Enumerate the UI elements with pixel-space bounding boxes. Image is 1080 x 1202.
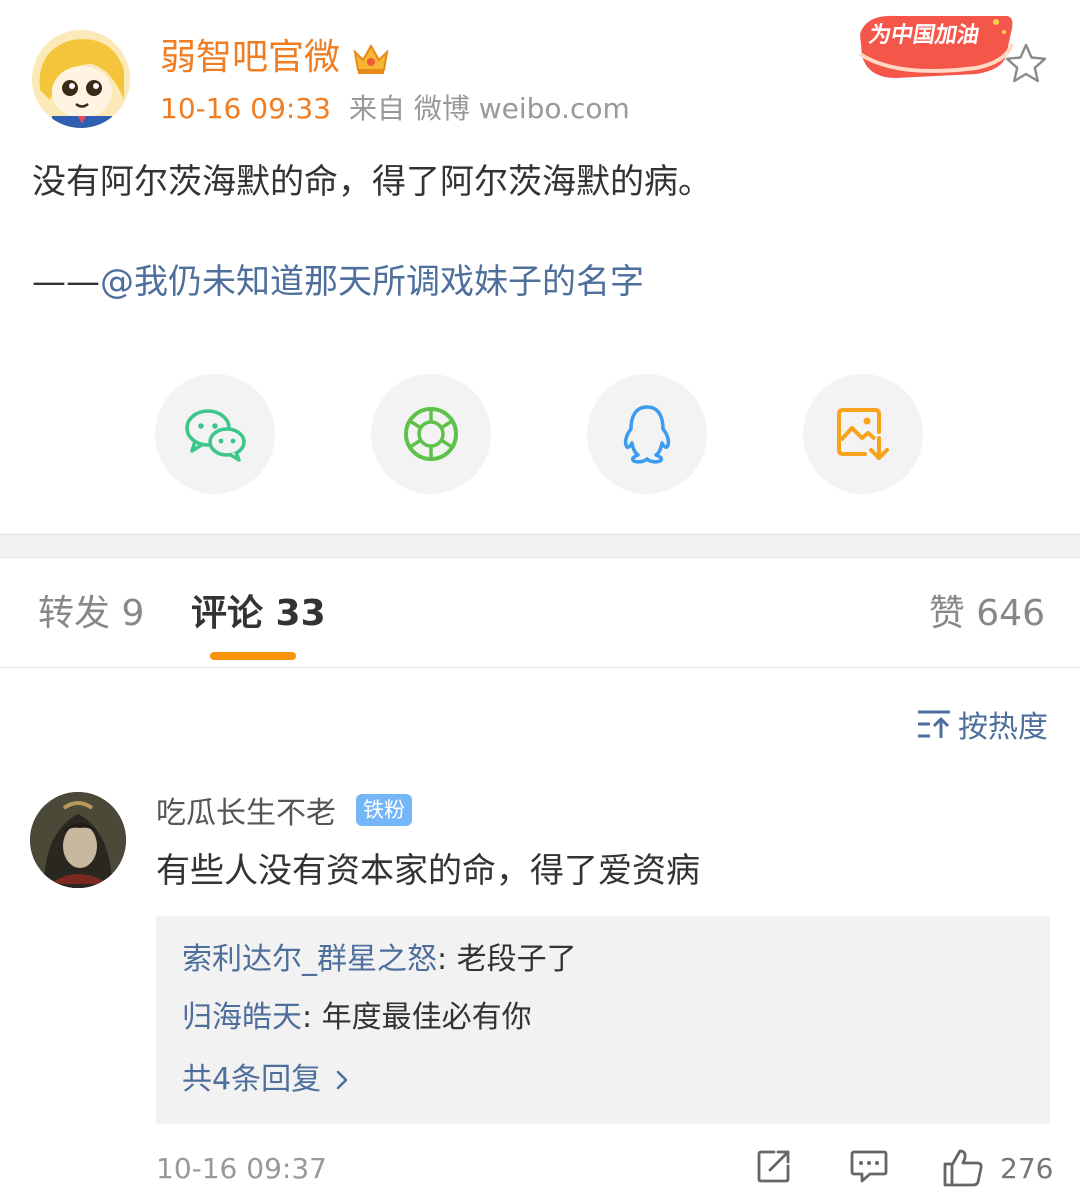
favorite-star-icon[interactable] — [1004, 42, 1048, 84]
reply-separator: : — [302, 1000, 322, 1035]
reply-item: 归海皓天: 年度最佳必有你 — [182, 998, 532, 1038]
chevron-right-icon — [336, 1070, 348, 1090]
repost-comment-button[interactable] — [756, 1148, 792, 1188]
post-meta: 10-16 09:33 来自 微博 weibo.com — [160, 92, 630, 126]
save-image-button[interactable] — [803, 374, 923, 494]
reply-text: 年度最佳必有你 — [321, 1000, 532, 1035]
post-header: 弱智吧官微 10-16 09:33 来自 微博 weibo.com 为中国加油 — [0, 0, 1080, 140]
wechat-icon — [185, 409, 246, 462]
comment-text: 有些人没有资本家的命，得了爱资病 — [156, 851, 700, 891]
save-image-icon — [837, 408, 889, 460]
post-quote: ——@我仍未知道那天所调戏妹子的名字 — [32, 260, 644, 304]
reply-user[interactable]: 索利达尔_群星之怒 — [182, 942, 437, 977]
reply-user[interactable]: 归海皓天 — [182, 1000, 302, 1035]
commenter-name[interactable]: 吃瓜长生不老 — [156, 794, 336, 834]
qq-icon — [623, 405, 671, 464]
moments-icon — [404, 407, 458, 461]
commenter-avatar[interactable] — [30, 792, 126, 888]
iron-fan-badge: 铁粉 — [356, 794, 412, 826]
active-tab-indicator — [210, 652, 296, 660]
cheer-badge-text: 为中国加油 — [867, 22, 981, 48]
sort-icon — [918, 710, 950, 738]
thumbs-up-icon — [943, 1149, 983, 1187]
cheer-china-badge[interactable]: 为中国加油 — [856, 8, 1016, 80]
post-time: 10-16 09:33 — [160, 92, 331, 125]
mention-link[interactable]: @我仍未知道那天所调戏妹子的名字 — [100, 262, 644, 302]
reply-separator: : — [437, 942, 457, 977]
like-count: 276 — [1000, 1152, 1054, 1185]
comment-icon — [850, 1150, 888, 1183]
vip-crown-icon — [352, 40, 390, 76]
post-source[interactable]: 来自 微博 weibo.com — [349, 92, 630, 125]
section-divider — [0, 534, 1080, 558]
repost-icon — [757, 1150, 790, 1183]
share-wechat-button[interactable] — [155, 374, 275, 494]
share-qq-button[interactable] — [587, 374, 707, 494]
more-replies-link[interactable]: 共4条回复 — [182, 1060, 349, 1100]
reply-comment-button[interactable] — [850, 1148, 888, 1188]
like-comment-button[interactable] — [942, 1148, 984, 1192]
replies-box[interactable]: 索利达尔_群星之怒: 老段子了 归海皓天: 年度最佳必有你 共4条回复 — [156, 916, 1050, 1124]
reply-item: 索利达尔_群星之怒: 老段子了 — [182, 940, 577, 980]
tab-divider — [0, 667, 1080, 668]
share-moments-button[interactable] — [371, 374, 491, 494]
sort-by-hot-button[interactable]: 按热度 — [916, 704, 1048, 745]
quote-dash: —— — [32, 262, 100, 302]
tab-repost[interactable]: 转发 9 — [38, 590, 144, 638]
more-replies-label: 共4条回复 — [182, 1062, 322, 1097]
tab-like[interactable]: 赞 646 — [929, 590, 1045, 638]
post-text: 没有阿尔茨海默的命，得了阿尔茨海默的病。 — [32, 162, 712, 202]
comment-time: 10-16 09:37 — [156, 1152, 327, 1185]
tab-comment[interactable]: 评论 33 — [191, 590, 326, 638]
reply-text: 老段子了 — [456, 942, 577, 977]
author-avatar[interactable] — [32, 30, 130, 128]
author-name[interactable]: 弱智吧官微 — [160, 36, 340, 80]
sort-label: 按热度 — [958, 710, 1048, 745]
